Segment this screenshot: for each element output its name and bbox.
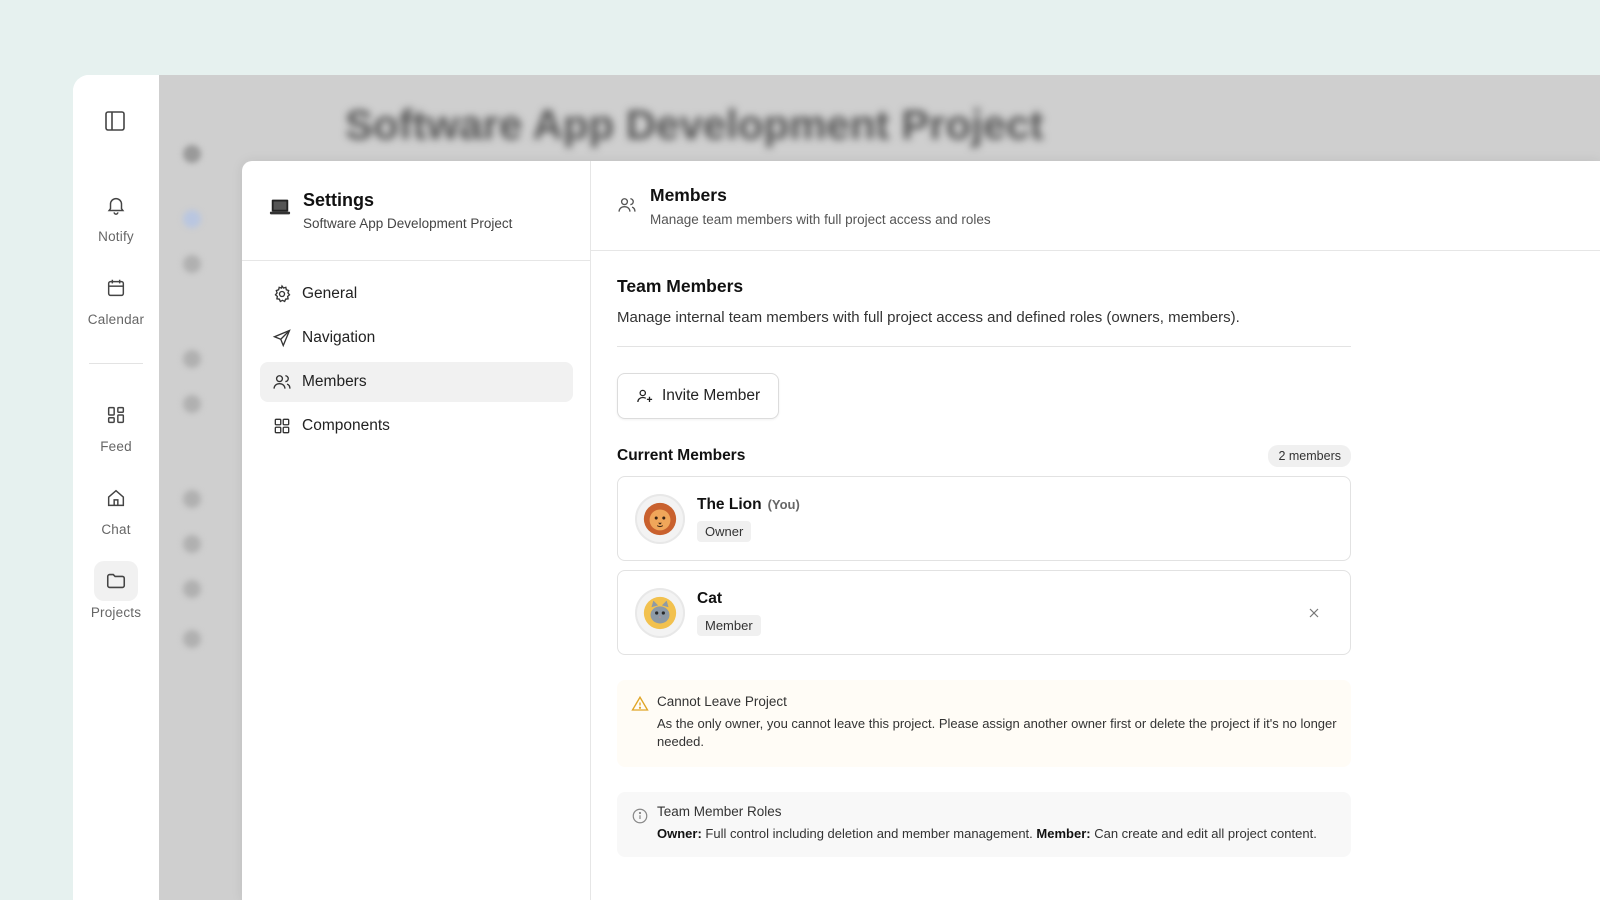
nav-item-general[interactable]: General [260,274,573,314]
owner-role-label: Owner: [657,826,702,841]
blurred-dot [183,630,201,648]
section-description: Manage internal team members with full p… [617,309,1351,347]
roles-text: Owner: Full control including deletion a… [657,825,1337,843]
member-card: The Lion (You) Owner [617,476,1351,561]
role-badge: Member [697,615,761,636]
member-role-text: Can create and edit all project content. [1094,826,1317,841]
rail-item-calendar[interactable]: Calendar [73,268,159,327]
gear-icon [274,284,291,303]
members-header: Members Manage team members with full pr… [591,161,1600,251]
warning-triangle-icon [631,695,649,713]
settings-subtitle: Software App Development Project [303,216,513,231]
blurred-dot [183,490,201,508]
member-count-badge: 2 members [1268,445,1351,467]
roles-info-box: Team Member Roles Owner: Full control in… [617,792,1351,857]
users-icon [617,195,637,215]
folder-icon [94,561,138,601]
calendar-icon [94,268,138,308]
remove-member-close-icon[interactable] [1304,603,1324,623]
blurred-dot [183,210,201,228]
laptop-icon [269,196,291,218]
nav-item-members[interactable]: Members [260,362,573,402]
grid-icon [274,418,290,434]
leave-warning-box: Cannot Leave Project As the only owner, … [617,680,1351,767]
members-content: Team Members Manage internal team member… [617,276,1351,857]
warning-text: As the only owner, you cannot leave this… [657,716,1337,749]
left-rail: Notify Calendar Feed Chat Projects [73,75,159,900]
rail-divider [89,363,143,364]
background-project-title: Software App Development Project [345,101,1044,148]
settings-nav: General Navigation Members Components [260,274,573,450]
member-name: Cat [697,590,722,607]
cat-avatar [635,588,685,638]
you-tag: (You) [767,497,800,512]
section-title: Team Members [617,276,744,296]
role-badge: Owner [697,521,752,542]
nav-label: Members [302,373,367,390]
nav-item-navigation[interactable]: Navigation [260,318,573,358]
settings-header: Settings Software App Development Projec… [242,161,590,261]
info-icon [631,807,649,825]
rail-label: Calendar [87,312,145,327]
lion-avatar [635,494,685,544]
invite-label: Invite Member [662,387,761,404]
nav-label: Components [302,417,390,434]
settings-dialog: Settings Software App Development Projec… [242,161,1600,900]
rail-label: Projects [90,605,142,620]
members-subtitle: Manage team members with full project ac… [650,212,991,227]
member-card: Cat Member [617,570,1351,655]
blurred-dot [183,255,201,273]
user-plus-icon [637,389,653,403]
rail-item-notify[interactable]: Notify [73,185,159,244]
settings-title: Settings [303,190,375,210]
nav-item-components[interactable]: Components [260,406,573,446]
grid-icon [94,395,138,435]
blurred-dot [183,350,201,368]
blurred-dot [183,535,201,553]
send-icon [272,329,291,348]
blurred-dot [183,145,201,163]
rail-label: Chat [101,522,131,537]
nav-label: Navigation [302,329,376,346]
users-icon [273,375,291,389]
home-icon [94,478,138,518]
roles-title: Team Member Roles [657,804,782,819]
rail-label: Feed [100,439,132,454]
rail-item-projects[interactable]: Projects [73,561,159,620]
nav-label: General [302,285,358,302]
current-members-header: Current Members 2 members [617,445,1351,467]
blurred-dot [183,580,201,598]
members-panel: Members Manage team members with full pr… [591,161,1600,900]
member-name: The Lion (You) [697,496,800,514]
rail-item-feed[interactable]: Feed [73,395,159,454]
bell-icon [94,185,138,225]
sidebar-toggle-icon[interactable] [103,109,127,133]
blurred-dot [183,395,201,413]
current-members-title: Current Members [617,447,746,464]
owner-role-text: Full control including deletion and memb… [705,826,1033,841]
settings-sidebar: Settings Software App Development Projec… [242,161,591,900]
members-title: Members [650,185,727,205]
warning-title: Cannot Leave Project [657,694,787,709]
rail-item-chat[interactable]: Chat [73,478,159,537]
member-role-label: Member: [1036,826,1091,841]
member-name-text: The Lion [697,496,762,513]
invite-member-button[interactable]: Invite Member [617,373,780,419]
rail-label: Notify [98,229,134,244]
